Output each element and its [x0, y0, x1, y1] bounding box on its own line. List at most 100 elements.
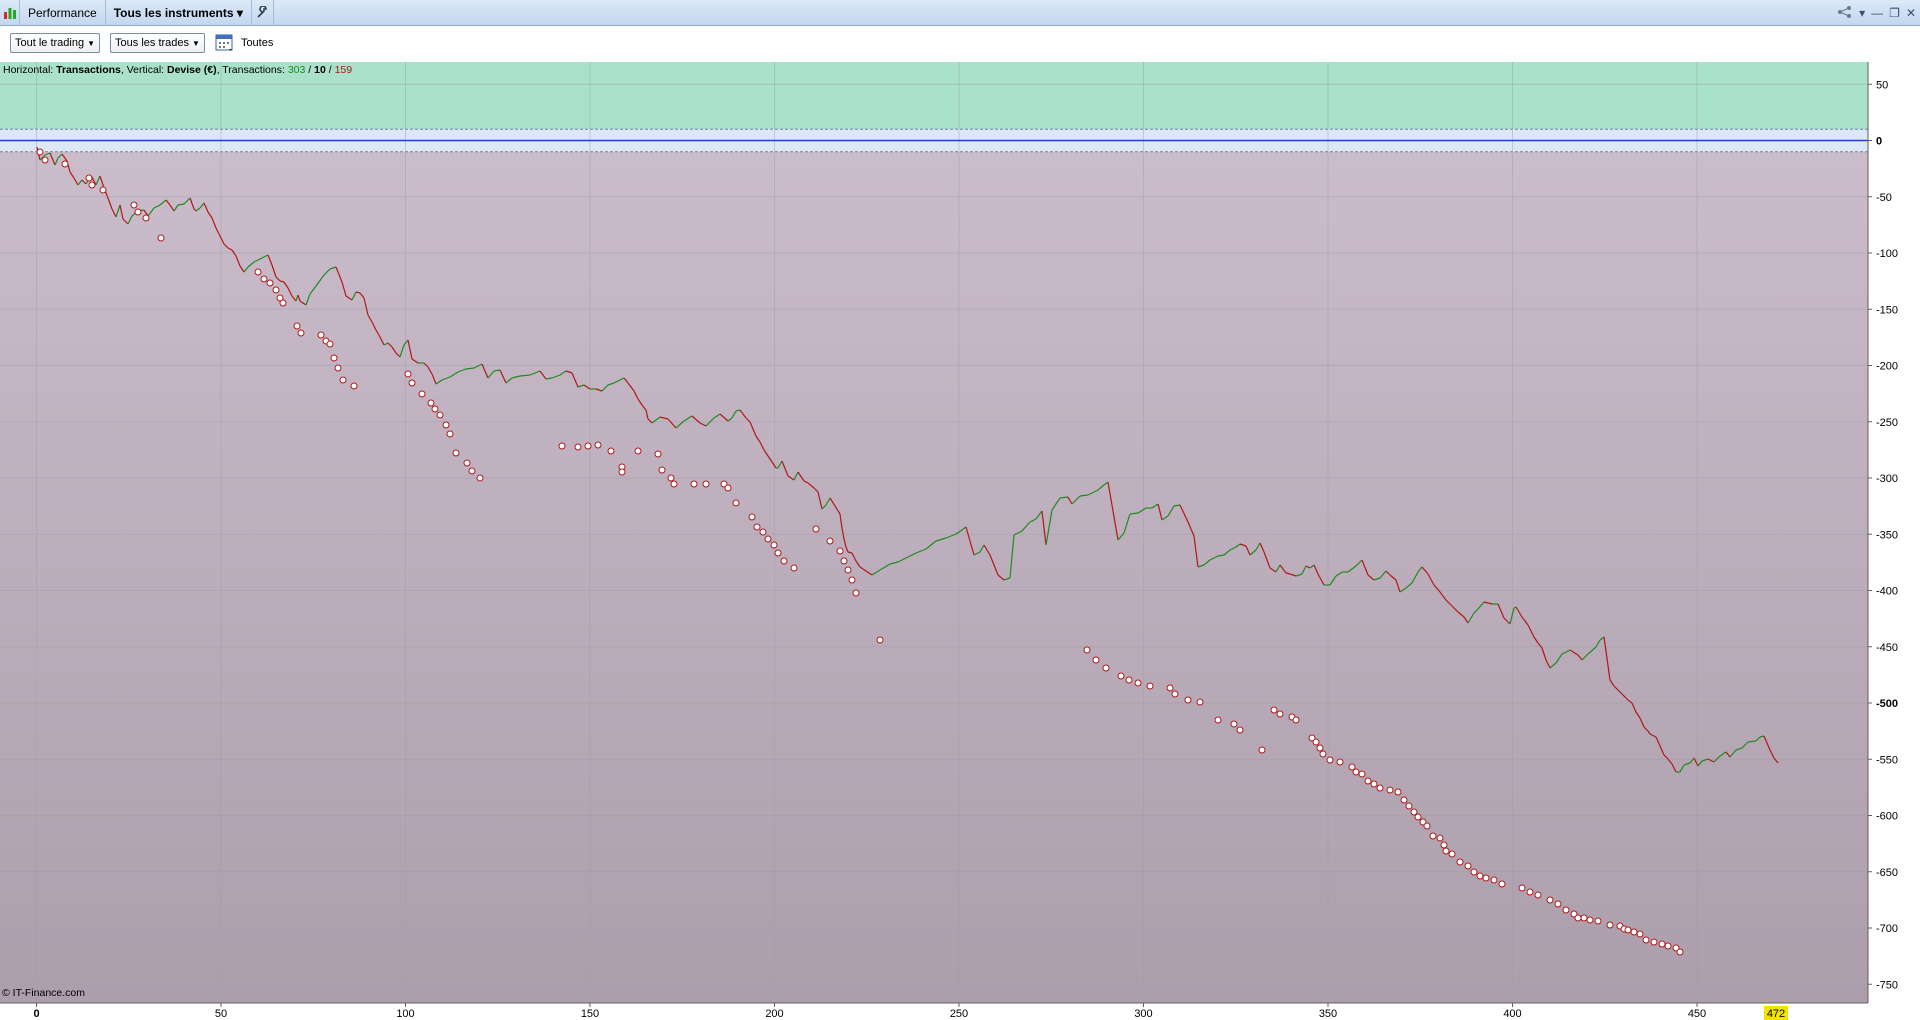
- window-controls: ▾ — ❐ ✕: [1837, 0, 1916, 26]
- loss-marker: [266, 279, 274, 287]
- equity-chart[interactable]: 50 0 -50 -100 -150 -200 -250 -300 -350 -400 -450 -5…: [0, 61, 1920, 1020]
- minimize-icon[interactable]: —: [1871, 6, 1883, 20]
- loss-marker: [157, 234, 165, 242]
- loss-marker: [702, 480, 710, 488]
- loss-marker: [446, 430, 454, 438]
- y-tick-label: -250: [1876, 417, 1898, 429]
- loss-marker: [1364, 777, 1372, 785]
- wrench-icon[interactable]: [252, 0, 274, 26]
- loss-marker: [61, 160, 69, 168]
- y-tick-label: 0: [1876, 136, 1882, 148]
- loss-marker: [350, 382, 358, 390]
- loss-marker: [584, 442, 592, 450]
- loss-marker: [1196, 698, 1204, 706]
- y-tick-label: -550: [1876, 754, 1898, 766]
- loss-marker: [260, 275, 268, 283]
- loss-marker: [732, 499, 740, 507]
- loss-marker: [764, 535, 772, 543]
- y-tick-label: -700: [1876, 923, 1898, 935]
- loss-marker: [1146, 682, 1154, 690]
- loss-marker: [1470, 868, 1478, 876]
- loss-marker: [1316, 744, 1324, 752]
- loss-marker: [1554, 900, 1562, 908]
- loss-marker: [1606, 921, 1614, 929]
- last-x-label: 472: [1767, 1008, 1785, 1020]
- loss-marker: [99, 186, 107, 194]
- loss-marker: [1526, 888, 1534, 896]
- chevron-down-icon[interactable]: ▾: [1859, 6, 1865, 20]
- loss-marker: [1117, 672, 1125, 680]
- loss-marker: [634, 447, 642, 455]
- x-tick-label: 250: [950, 1008, 968, 1020]
- loss-marker: [334, 364, 342, 372]
- loss-marker: [1134, 679, 1142, 687]
- loss-marker: [134, 208, 142, 216]
- loss-marker: [1083, 646, 1091, 654]
- loss-marker: [1650, 938, 1658, 946]
- loss-marker: [1319, 750, 1327, 758]
- period-selector[interactable]: Toutes: [215, 33, 273, 53]
- loss-marker: [130, 201, 138, 209]
- chevron-down-icon: ▼: [192, 39, 200, 48]
- chevron-down-icon: ▾: [236, 5, 243, 20]
- loss-marker: [1676, 948, 1684, 956]
- loss-marker: [1456, 858, 1464, 866]
- loss-marker: [1546, 896, 1554, 904]
- chart-logo-icon: [0, 0, 20, 26]
- loss-marker: [876, 636, 884, 644]
- restore-icon[interactable]: ❐: [1889, 6, 1900, 20]
- loss-marker: [836, 547, 844, 555]
- loss-marker: [1642, 936, 1650, 944]
- loss-marker: [1534, 891, 1542, 899]
- loss-marker: [690, 480, 698, 488]
- trades-select[interactable]: Tous les trades ▼: [110, 33, 205, 53]
- loss-marker: [844, 566, 852, 574]
- loss-marker: [1394, 788, 1402, 796]
- loss-marker: [1594, 917, 1602, 925]
- loss-marker: [770, 541, 778, 549]
- loss-marker: [780, 557, 788, 565]
- loss-marker: [1258, 746, 1266, 754]
- loss-marker: [670, 480, 678, 488]
- loss-marker: [326, 340, 334, 348]
- loss-marker: [1429, 832, 1437, 840]
- loss-marker: [1230, 720, 1238, 728]
- loss-marker: [607, 447, 615, 455]
- loss-marker: [1166, 684, 1174, 692]
- trading-select[interactable]: Tout le trading ▼: [10, 33, 101, 53]
- loss-marker: [142, 214, 150, 222]
- loss-marker: [1490, 876, 1498, 884]
- loss-marker: [468, 467, 476, 475]
- loss-marker: [339, 376, 347, 384]
- x-tick-label: 150: [581, 1008, 599, 1020]
- loss-marker: [790, 564, 798, 572]
- close-icon[interactable]: ✕: [1906, 6, 1916, 20]
- loss-marker: [1498, 880, 1506, 888]
- loss-marker: [826, 537, 834, 545]
- loss-marker: [293, 322, 301, 330]
- y-tick-label: -500: [1876, 698, 1898, 710]
- loss-marker: [1352, 768, 1360, 776]
- loss-marker: [759, 528, 767, 536]
- loss-marker: [476, 474, 484, 482]
- loss-marker: [848, 576, 856, 584]
- share-icon[interactable]: [1837, 5, 1853, 22]
- instruments-label: Tous les instruments: [113, 5, 234, 20]
- loss-marker: [427, 399, 435, 407]
- x-tick-label: 450: [1688, 1008, 1706, 1020]
- loss-marker: [1423, 822, 1431, 830]
- loss-marker: [774, 549, 782, 557]
- loss-marker: [452, 449, 460, 457]
- tab-performance[interactable]: Performance: [20, 0, 106, 26]
- loss-zone: [0, 151, 1868, 1003]
- loss-marker: [618, 468, 626, 476]
- loss-marker: [1214, 716, 1222, 724]
- x-tick-label: 0: [33, 1008, 39, 1020]
- loss-marker: [279, 299, 287, 307]
- loss-marker: [36, 148, 44, 156]
- loss-marker: [1336, 758, 1344, 766]
- x-tick-label: 100: [396, 1008, 414, 1020]
- trades-select-label: Tous les trades: [115, 37, 190, 49]
- loss-marker: [254, 268, 262, 276]
- instruments-dropdown[interactable]: Tous les instruments ▾: [106, 0, 252, 26]
